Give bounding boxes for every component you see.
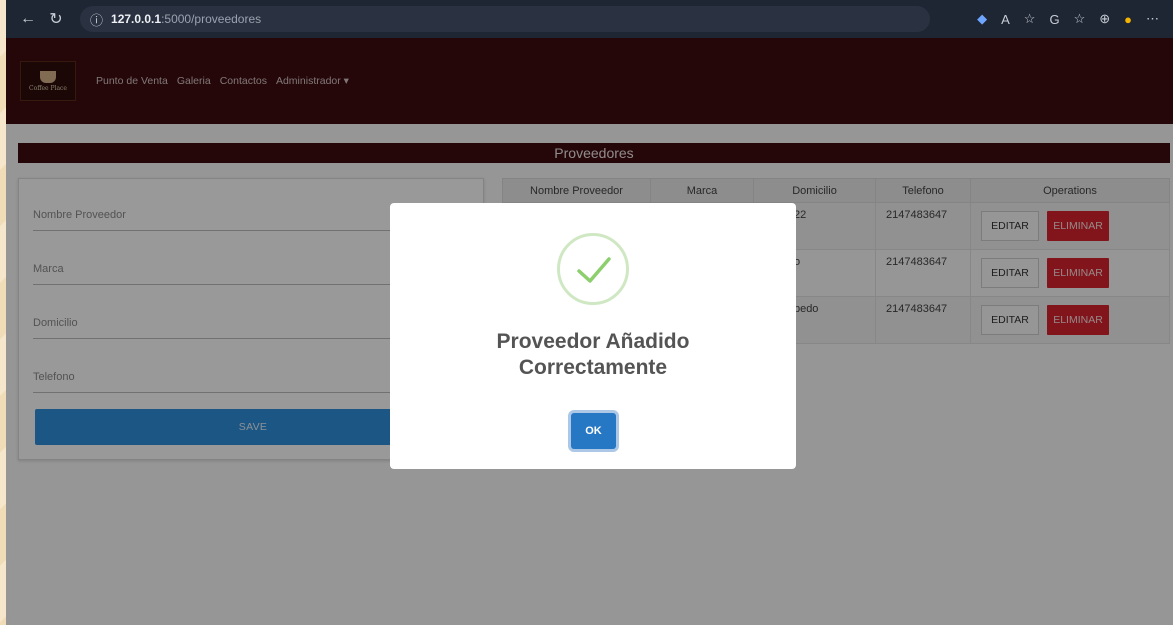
url-path: :5000/proveedores: [161, 12, 262, 26]
info-icon[interactable]: ⓘ: [90, 10, 103, 29]
profile-icon[interactable]: ●: [1124, 12, 1132, 27]
ok-button[interactable]: OK: [571, 413, 616, 449]
extension-icon[interactable]: G: [1049, 12, 1059, 27]
refresh-icon[interactable]: ↻: [42, 9, 70, 29]
address-bar[interactable]: ⓘ 127.0.0.1 :5000/proveedores: [80, 6, 930, 32]
url-host: 127.0.0.1: [111, 12, 162, 26]
favorite-star-icon[interactable]: ☆: [1024, 11, 1036, 27]
dialog-title: Proveedor Añadido Correctamente: [390, 329, 796, 381]
read-aloud-icon[interactable]: A: [1001, 12, 1010, 27]
dialog-title-line1: Proveedor Añadido: [496, 330, 690, 353]
browser-toolbar: ← ↻ ⓘ 127.0.0.1 :5000/proveedores ◆ A ☆ …: [6, 0, 1173, 38]
success-check-icon: [557, 233, 629, 305]
success-dialog: Proveedor Añadido Correctamente OK: [390, 203, 796, 469]
more-icon[interactable]: ⋯: [1146, 11, 1159, 27]
dialog-title-line2: Correctamente: [518, 356, 668, 379]
collections-icon[interactable]: ⊕: [1099, 11, 1110, 27]
back-arrow-icon[interactable]: ←: [14, 10, 42, 28]
favorites-list-icon[interactable]: ☆: [1074, 11, 1086, 27]
browser-actions: ◆ A ☆ G ☆ ⊕ ● ⋯: [977, 11, 1159, 27]
tag-icon[interactable]: ◆: [977, 11, 987, 27]
